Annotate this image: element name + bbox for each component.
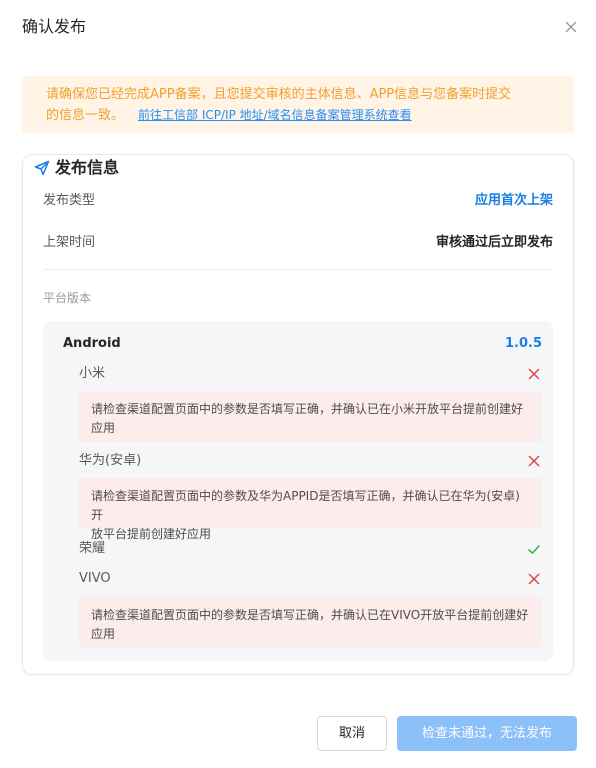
icp-filing-link[interactable]: 前往工信部 ICP/IP 地址/域名信息备案管理系统查看 <box>138 108 412 122</box>
filing-notice: 请确保您已经完成APP备案，且您提交审核的主体信息、APP信息与您备案时提交 的… <box>22 76 574 133</box>
divider <box>43 269 553 270</box>
error-line-1: 请检查渠道配置页面中的参数是否填写正确，并确认已在VIVO开放平台提前创建好 <box>91 608 529 622</box>
x-icon <box>528 368 540 380</box>
store-name: 小米 <box>79 366 106 381</box>
store-name: 荣耀 <box>79 541 106 556</box>
card-title-text: 发布信息 <box>55 158 120 177</box>
store-error-message: 请检查渠道配置页面中的参数及华为APPID是否填写正确，并确认已在华为(安卓)开… <box>79 478 541 541</box>
store-row-vivo: VIVO <box>79 569 541 589</box>
release-time-label: 上架时间 <box>43 235 96 250</box>
check-icon <box>527 544 541 554</box>
publish-type-value: 应用首次上架 <box>474 193 553 208</box>
x-icon <box>528 455 540 467</box>
notice-line-2-text: 的信息一致。 <box>46 108 125 123</box>
error-line-2: 应用 <box>91 421 116 435</box>
dialog-title: 确认发布 <box>22 17 87 36</box>
platform-panel-android: Android 1.0.5 小米 请检查渠道配置页面中的参数是否填写正确，并确认… <box>43 321 553 661</box>
error-line-1: 请检查渠道配置页面中的参数是否填写正确，并确认已在小米开放平台提前创建好 <box>91 402 524 416</box>
store-name: VIVO <box>79 571 111 586</box>
platform-section-label: 平台版本 <box>43 291 92 305</box>
store-row-huawei: 华为(安卓) <box>79 451 541 471</box>
publish-info-card: 发布信息 发布类型 应用首次上架 上架时间 审核通过后立即发布 平台版本 And… <box>22 154 574 675</box>
publish-type-row: 发布类型 应用首次上架 <box>43 191 553 211</box>
store-row-honor: 荣耀 <box>79 539 541 559</box>
notice-line-1: 请确保您已经完成APP备案，且您提交审核的主体信息、APP信息与您备案时提交 <box>46 87 512 102</box>
store-name: 华为(安卓) <box>79 453 142 468</box>
close-icon[interactable] <box>560 16 582 38</box>
release-time-value: 审核通过后立即发布 <box>435 235 553 250</box>
confirm-publish-dialog: 确认发布 请确保您已经完成APP备案，且您提交审核的主体信息、APP信息与您备案… <box>0 0 596 768</box>
release-time-row: 上架时间 审核通过后立即发布 <box>43 233 553 253</box>
error-line-1: 请检查渠道配置页面中的参数及华为APPID是否填写正确，并确认已在华为(安卓)开 <box>91 489 520 522</box>
notice-line-2: 的信息一致。 前往工信部 ICP/IP 地址/域名信息备案管理系统查看 <box>46 105 554 126</box>
error-line-2: 应用 <box>91 627 116 641</box>
x-icon <box>528 573 540 585</box>
send-icon <box>34 160 50 176</box>
store-row-xiaomi: 小米 <box>79 364 541 384</box>
publish-type-label: 发布类型 <box>43 193 96 208</box>
store-error-message: 请检查渠道配置页面中的参数是否填写正确，并确认已在VIVO开放平台提前创建好 应… <box>79 597 541 648</box>
card-title: 发布信息 <box>34 158 119 178</box>
store-error-message: 请检查渠道配置页面中的参数是否填写正确，并确认已在小米开放平台提前创建好 应用 <box>79 391 541 442</box>
platform-name: Android <box>63 336 121 351</box>
publish-button[interactable]: 检查未通过，无法发布 <box>397 716 577 751</box>
cancel-button[interactable]: 取消 <box>317 716 387 751</box>
dialog-header: 确认发布 <box>22 16 582 38</box>
platform-version: 1.0.5 <box>504 336 542 351</box>
